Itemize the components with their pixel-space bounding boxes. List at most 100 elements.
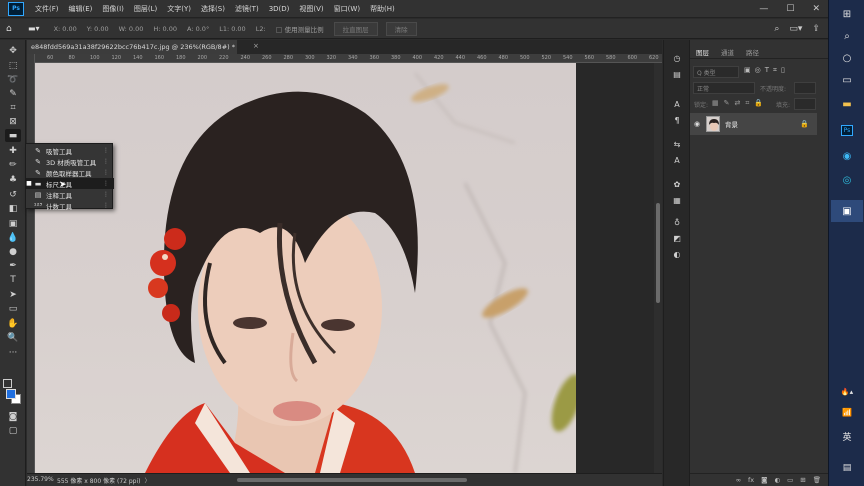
minimize-icon[interactable]: — — [759, 4, 768, 14]
rectangle-tool-icon[interactable]: ▭ — [5, 302, 21, 315]
menu-window[interactable]: 窗口(W) — [329, 4, 365, 14]
search-icon[interactable]: ⌕ — [774, 24, 779, 34]
character-panel-icon[interactable]: A — [670, 98, 684, 110]
menu-view[interactable]: 视图(V) — [294, 4, 328, 14]
foreground-color-swatch[interactable] — [6, 389, 16, 399]
visibility-eye-icon[interactable]: ◉ — [690, 120, 704, 128]
search-taskbar-icon[interactable]: ⌕ — [837, 28, 857, 44]
horizontal-scroll-thumb[interactable] — [237, 478, 467, 482]
tab-layers[interactable]: 图层 — [690, 45, 715, 58]
network-icon[interactable]: 📶 — [837, 404, 857, 420]
healing-brush-icon[interactable]: ✚ — [5, 144, 21, 157]
document-tab[interactable]: e848fdd569a31a38f29622bcc76b417c.jpg @ 2… — [27, 40, 237, 54]
menu-help[interactable]: 帮助(H) — [365, 4, 400, 14]
cortana-icon[interactable]: ○ — [837, 50, 857, 66]
blur-tool-icon[interactable]: 💧 — [5, 231, 21, 244]
quick-mask-icon[interactable]: ◙ — [5, 410, 21, 423]
new-layer-icon[interactable]: ⊞ — [800, 476, 805, 484]
photoshop-logo[interactable]: Ps — [8, 1, 24, 16]
dodge-tool-icon[interactable]: ● — [5, 245, 21, 258]
quick-select-tool-icon[interactable]: ✎ — [5, 87, 21, 100]
layer-kind-filter[interactable]: Q 类型 — [693, 66, 739, 78]
layer-style-icon[interactable]: fx — [748, 476, 754, 484]
maximize-icon[interactable]: ☐ — [786, 4, 794, 14]
close-tab-icon[interactable]: × — [253, 42, 259, 50]
gradient-tool-icon[interactable]: ▣ — [5, 217, 21, 230]
notification-icon[interactable]: ▤ — [837, 460, 857, 476]
history-panel-icon[interactable]: ◷ — [670, 52, 684, 64]
photoshop-taskbar-icon[interactable]: Ps — [837, 122, 857, 138]
history-brush-icon[interactable]: ↺ — [5, 188, 21, 201]
pen-tool-icon[interactable]: ✒ — [5, 259, 21, 272]
flyout-3d-material-eyedropper[interactable]: ✎ 3D 材质吸管工具 ⋮ — [26, 156, 114, 167]
marquee-tool-icon[interactable]: ⬚ — [5, 59, 21, 72]
frame-tool-icon[interactable]: ⊠ — [5, 115, 21, 128]
move-tool-icon[interactable]: ✥ — [5, 44, 21, 57]
gradients-panel-icon[interactable]: ◐ — [670, 248, 684, 260]
layer-mask-icon[interactable]: ◙ — [761, 476, 767, 484]
clear-button[interactable]: 清除 — [385, 21, 417, 36]
task-view-icon[interactable]: ▭ — [837, 72, 857, 88]
vertical-ruler[interactable] — [27, 54, 35, 473]
layer-name[interactable]: 背景 — [725, 119, 738, 129]
vertical-scroll-thumb[interactable] — [656, 203, 660, 303]
properties-panel-icon[interactable]: ⇆ — [670, 138, 684, 150]
adjustments-panel-icon[interactable]: ▤ — [670, 68, 684, 80]
hand-tool-icon[interactable]: ✋ — [5, 317, 21, 330]
more-tools-icon[interactable]: ··· — [5, 346, 21, 359]
system-tray-icons[interactable]: 🔥▴ — [837, 384, 857, 400]
menu-select[interactable]: 选择(S) — [196, 4, 230, 14]
libraries-panel-icon[interactable]: ♁ — [670, 216, 684, 228]
ime-indicator[interactable]: 英 — [837, 428, 857, 444]
opacity-field[interactable] — [794, 82, 816, 94]
path-select-icon[interactable]: ➤ — [5, 288, 21, 301]
type-tool-icon[interactable]: T — [5, 273, 21, 286]
adjustment-layer-icon[interactable]: ◐ — [774, 476, 780, 484]
tab-channels[interactable]: 通道 — [715, 45, 740, 58]
layer-row-background[interactable]: ◉ 背景 🔒 — [690, 113, 817, 135]
new-group-icon[interactable]: ▭ — [787, 476, 793, 484]
flyout-eyedropper[interactable]: ✎ 吸管工具 ⋮ — [26, 145, 114, 156]
flyout-color-sampler[interactable]: ✎ 颜色取样器工具 ⋮ — [26, 167, 114, 178]
share-icon[interactable]: ⇪ — [812, 24, 820, 34]
home-icon[interactable]: ⌂ — [6, 24, 20, 34]
ruler-tool-icon[interactable]: ▬ — [5, 129, 21, 142]
color-panel-icon[interactable]: ◩ — [670, 232, 684, 244]
workspace-icon[interactable]: ▭▾ — [789, 24, 802, 34]
menu-file[interactable]: 文件(F) — [30, 4, 64, 14]
close-icon[interactable]: ✕ — [812, 4, 820, 14]
zoom-level[interactable]: 235.79% — [27, 476, 54, 485]
flyout-count[interactable]: ¹²³ 计数工具 ⋮ — [26, 200, 114, 211]
brush-tool-icon[interactable]: ✏ — [5, 158, 21, 171]
paragraph-panel-icon[interactable]: ¶ — [670, 114, 684, 126]
menu-filter[interactable]: 滤镜(T) — [230, 4, 264, 14]
straighten-layer-button[interactable]: 拉直图层 — [333, 21, 378, 36]
link-layers-icon[interactable]: ∞ — [736, 476, 741, 484]
brushes-panel-icon[interactable]: ✿ — [670, 178, 684, 190]
menu-type[interactable]: 文字(Y) — [162, 4, 196, 14]
screen-mode-icon[interactable]: ▢ — [5, 424, 21, 437]
clone-stamp-icon[interactable]: ♣ — [5, 173, 21, 186]
use-measure-scale-checkbox[interactable] — [275, 26, 282, 33]
zoom-tool-icon[interactable]: 🔍 — [5, 331, 21, 344]
flyout-ruler[interactable]: ■ ▬ 标尺工具 ⋮ — [26, 178, 114, 189]
status-menu-icon[interactable]: 〉 — [145, 476, 151, 485]
edge-browser-icon[interactable]: ◎ — [837, 172, 857, 188]
menu-layer[interactable]: 图层(L) — [129, 4, 162, 14]
fill-field[interactable] — [794, 98, 816, 110]
layer-filter-icons[interactable]: ▣◎T⌗▯ — [744, 66, 789, 75]
glyphs-panel-icon[interactable]: A — [670, 154, 684, 166]
menu-3d[interactable]: 3D(D) — [264, 5, 295, 13]
canvas-area[interactable] — [35, 63, 662, 473]
crop-tool-icon[interactable]: ⌗ — [5, 101, 21, 114]
flyout-note[interactable]: ▤ 注释工具 ⋮ — [26, 189, 114, 200]
edge-icon[interactable]: ◉ — [837, 148, 857, 164]
layer-lock-icon[interactable]: 🔒 — [800, 120, 809, 128]
menu-image[interactable]: 图像(I) — [97, 4, 129, 14]
swatches-panel-icon[interactable]: ▦ — [670, 194, 684, 206]
horizontal-ruler[interactable]: 60 80 100 120 140 160 180 200 220 240 260 280 300 320… — [35, 54, 662, 63]
default-colors-icon[interactable] — [3, 379, 12, 388]
tab-paths[interactable]: 路径 — [740, 45, 765, 58]
active-window-icon[interactable]: ▣ — [831, 200, 863, 222]
eraser-tool-icon[interactable]: ◧ — [5, 202, 21, 215]
